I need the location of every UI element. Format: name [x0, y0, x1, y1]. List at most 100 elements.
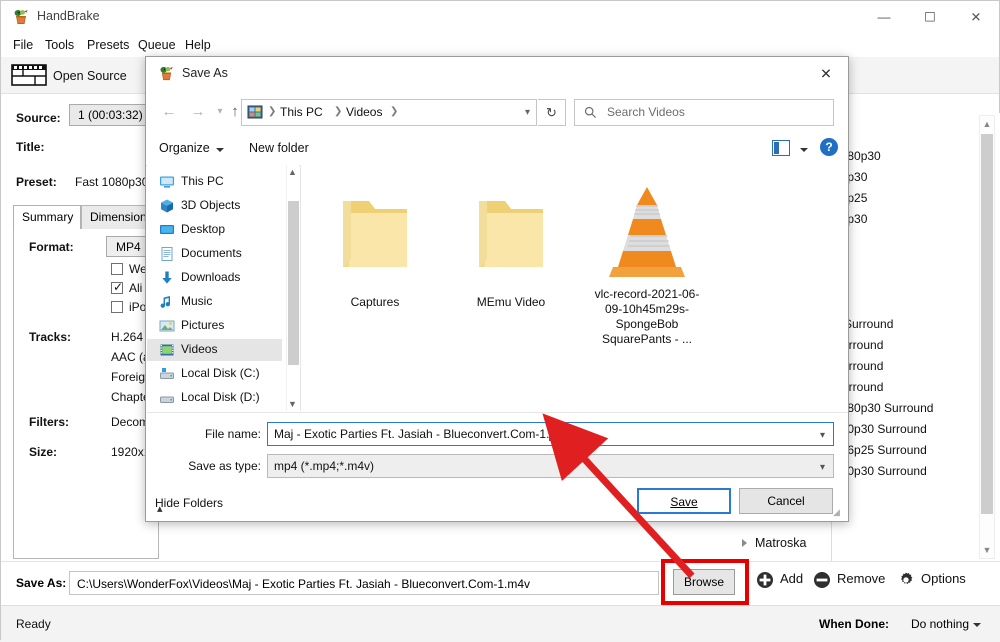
checkbox-web-optimized[interactable] — [111, 263, 123, 275]
place-pictures[interactable]: Pictures — [147, 315, 282, 337]
place-3d-objects[interactable]: 3D Objects — [147, 195, 282, 217]
place-label: Downloads — [181, 270, 241, 284]
remove-button[interactable]: Remove — [837, 571, 885, 586]
minus-circle-icon[interactable] — [813, 571, 831, 589]
chevron-right-icon[interactable] — [742, 539, 747, 547]
save-as-type-select[interactable]: mp4 (*.mp4;*.m4v) ▾ — [267, 454, 834, 478]
back-button[interactable]: ← — [158, 101, 180, 123]
menu-help[interactable]: Help — [179, 37, 217, 53]
place-this-pc[interactable]: This PC — [147, 171, 282, 193]
checkbox-align-av-start-label: Ali — [129, 281, 143, 295]
gear-icon[interactable] — [897, 571, 915, 589]
chevron-down-icon[interactable]: ▾ — [525, 107, 530, 118]
checkbox-ipod-5g[interactable] — [111, 301, 123, 313]
search-input[interactable]: Search Videos — [574, 99, 834, 126]
vlc-cone-icon — [609, 187, 685, 277]
places-scrollbar[interactable]: ▲ ▼ — [286, 165, 299, 411]
file-item-memu-video[interactable]: MEmu Video — [451, 183, 571, 309]
place-music[interactable]: Music — [147, 291, 282, 313]
size-label: Size: — [29, 445, 58, 459]
preset-list-scrollbar[interactable]: ▲ ▼ — [979, 115, 995, 559]
chevron-down-icon[interactable]: ▾ — [820, 430, 825, 441]
place-label: 3D Objects — [181, 198, 241, 212]
chevron-down-icon[interactable] — [216, 148, 224, 152]
save-as-path-input[interactable]: C:\Users\WonderFox\Videos\Maj - Exotic P… — [69, 571, 659, 595]
scrollbar-thumb[interactable] — [288, 201, 299, 365]
format-value: MP4 — [116, 240, 141, 254]
minimize-button[interactable]: — — [861, 1, 907, 33]
chevron-down-icon[interactable] — [973, 623, 981, 627]
scroll-up-icon[interactable]: ▲ — [287, 165, 298, 179]
organize-button[interactable]: Organize — [159, 141, 210, 155]
tab-summary[interactable]: Summary — [13, 205, 81, 229]
plus-circle-icon[interactable] — [756, 571, 774, 589]
menu-queue[interactable]: Queue — [132, 37, 182, 53]
place-label: This PC — [181, 174, 224, 188]
forward-button[interactable]: → — [187, 101, 209, 123]
when-done-label: When Done: — [819, 617, 889, 631]
scroll-up-icon[interactable]: ▲ — [980, 116, 994, 132]
place-videos[interactable]: Videos — [147, 339, 282, 361]
menu-file[interactable]: File — [7, 37, 39, 53]
place-local-disk-c[interactable]: Local Disk (C:) — [147, 363, 282, 385]
tracks-value-0: H.264 — [111, 330, 144, 344]
menu-presets[interactable]: Presets — [81, 37, 135, 53]
pictures-icon — [159, 318, 175, 334]
dialog-command-row: Organize New folder ? — [146, 133, 848, 166]
hide-folders-button[interactable]: Hide Folders — [155, 496, 223, 510]
cancel-button[interactable]: Cancel — [739, 488, 833, 514]
window-title: HandBrake — [37, 9, 100, 23]
system-drive-icon — [159, 366, 175, 382]
file-name: MEmu Video — [476, 295, 546, 309]
preset-group-matroska[interactable]: Matroska — [755, 536, 806, 550]
resize-grip[interactable]: ◢ — [833, 507, 843, 517]
new-folder-button[interactable]: New folder — [249, 141, 309, 155]
places-pane: This PC 3D Objects Desktop Documents Dow… — [147, 165, 297, 411]
chevron-down-icon[interactable]: ▾ — [820, 462, 825, 473]
chevron-down-icon[interactable] — [800, 148, 808, 152]
file-name-prefix: Maj - Exotic Parties Ft. Jasiah - Blueco… — [274, 427, 550, 441]
save-as-label: Save As: — [16, 576, 67, 590]
file-item-vlc-recording[interactable]: vlc-record-2021-06-09-10h45m29s-SpongeBo… — [587, 179, 707, 346]
search-placeholder: Search Videos — [607, 105, 685, 119]
place-local-disk-d[interactable]: Local Disk (D:) — [147, 387, 282, 409]
cancel-button-label: Cancel — [767, 494, 805, 508]
desktop-icon — [159, 222, 175, 238]
when-done-value[interactable]: Do nothing — [911, 617, 969, 631]
add-button[interactable]: Add — [780, 571, 803, 586]
place-label: Documents — [181, 246, 242, 260]
breadcrumb[interactable]: ❯ This PC ❯ Videos ❯ ▾ — [241, 99, 537, 126]
place-desktop[interactable]: Desktop — [147, 219, 282, 241]
breadcrumb-sep-2: ❯ — [390, 106, 399, 117]
file-name-input[interactable]: Maj - Exotic Parties Ft. Jasiah - Blueco… — [267, 422, 834, 446]
breadcrumb-this-pc[interactable]: This PC — [280, 105, 323, 119]
place-documents[interactable]: Documents — [147, 243, 282, 265]
scroll-down-icon[interactable]: ▼ — [287, 397, 298, 411]
refresh-button[interactable]: ↻ — [538, 99, 566, 126]
place-label: Local Disk (C:) — [181, 366, 260, 380]
save-button[interactable]: Save — [637, 488, 731, 514]
maximize-button[interactable]: ☐ — [907, 1, 953, 33]
open-source-button[interactable]: Open Source — [53, 69, 127, 83]
view-layout-icon[interactable] — [772, 140, 790, 156]
close-button[interactable]: ✕ — [953, 1, 999, 33]
maximize-icon: ☐ — [924, 9, 936, 25]
save-as-dialog: Save As ✕ ← → ▾ ↑ ❯ This PC ❯ Videos ❯ ▾… — [145, 56, 849, 522]
breadcrumb-videos[interactable]: Videos — [346, 105, 382, 119]
options-button[interactable]: Options — [921, 571, 966, 586]
place-downloads[interactable]: Downloads — [147, 267, 282, 289]
dialog-close-button[interactable]: ✕ — [804, 57, 848, 91]
computer-icon — [247, 104, 263, 120]
window-titlebar: HandBrake — ☐ ✕ — [1, 1, 999, 33]
checkbox-align-av-start[interactable] — [111, 280, 123, 294]
minimize-icon: — — [877, 9, 891, 25]
menu-tools[interactable]: Tools — [39, 37, 80, 53]
save-as-type-label: Save as type: — [188, 459, 261, 473]
help-icon[interactable]: ? — [820, 138, 838, 156]
scrollbar-thumb[interactable] — [981, 134, 993, 514]
scroll-down-icon[interactable]: ▼ — [980, 542, 994, 558]
file-name: Captures — [350, 295, 400, 309]
save-as-path-value: C:\Users\WonderFox\Videos\Maj - Exotic P… — [77, 577, 531, 591]
title-select-value: 1 (00:03:32) — [78, 108, 143, 122]
file-item-captures[interactable]: Captures — [315, 183, 435, 309]
